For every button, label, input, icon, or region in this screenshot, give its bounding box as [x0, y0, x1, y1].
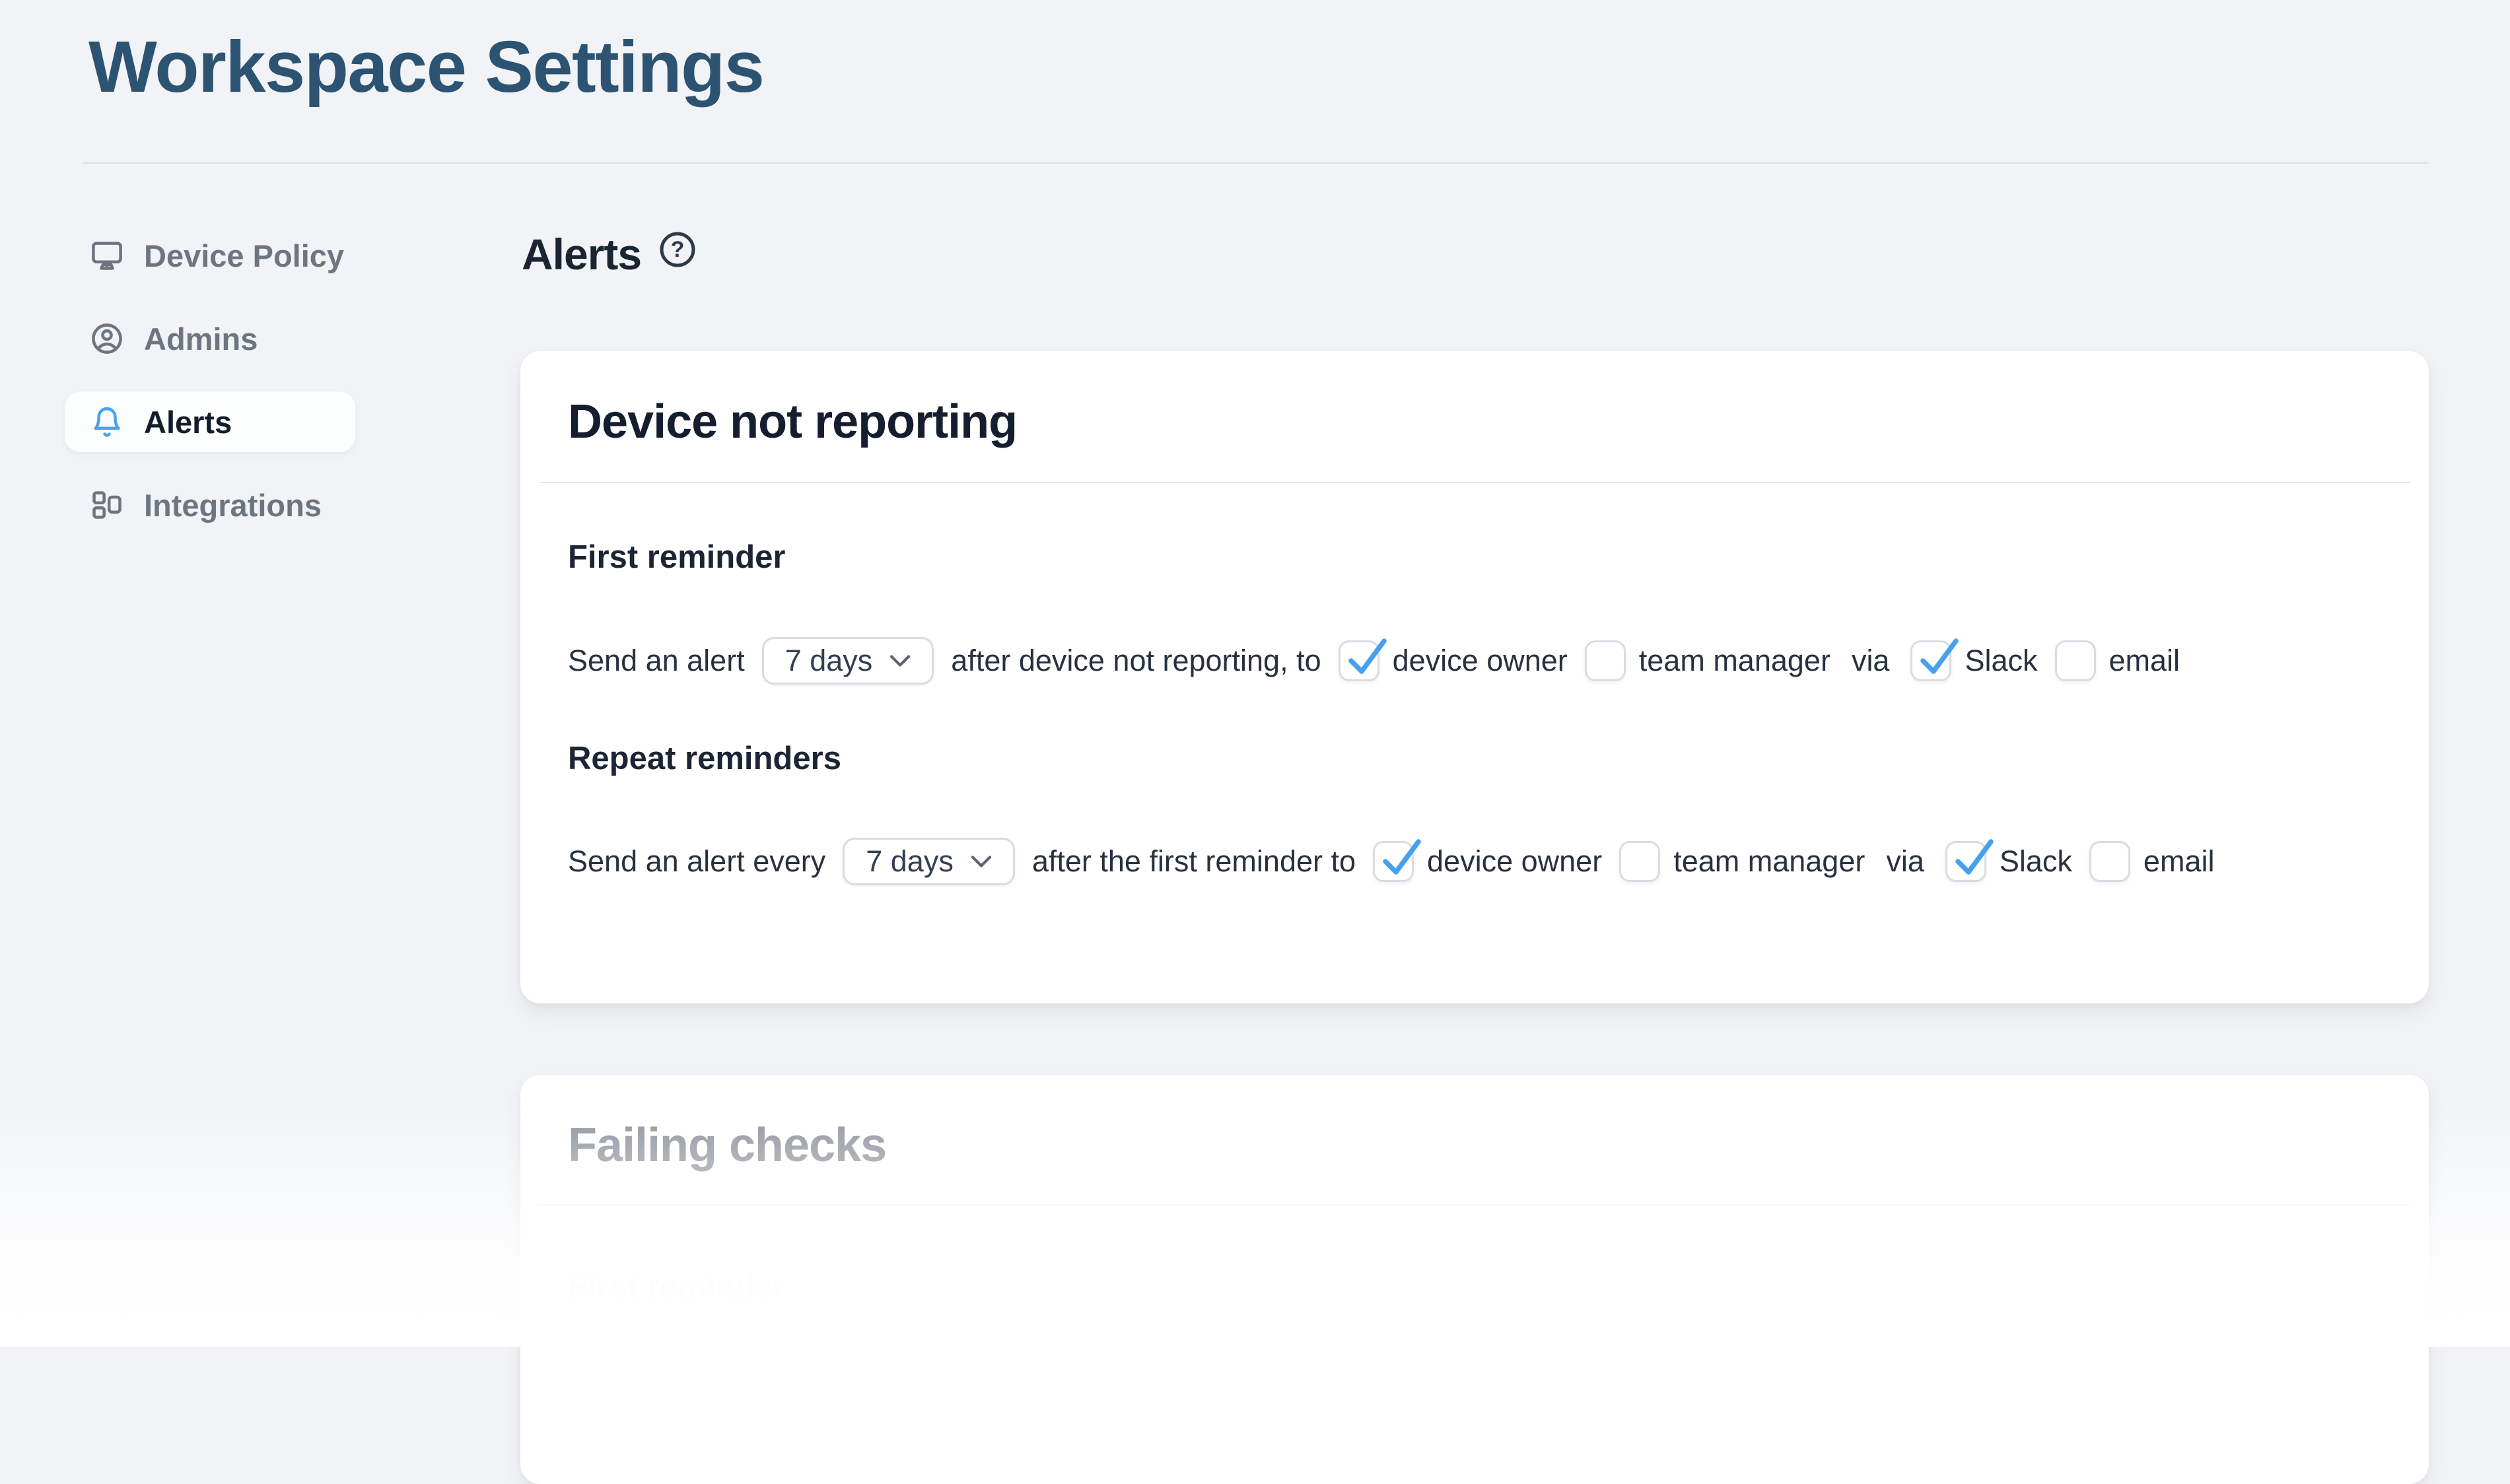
channel-email-group: email [2089, 841, 2215, 882]
checkbox-team-manager[interactable] [1585, 640, 1626, 681]
checkbox-label: email [2144, 844, 2215, 879]
monitor-icon [90, 238, 124, 273]
checkbox-team-manager[interactable] [1619, 841, 1660, 882]
page-title: Workspace Settings [88, 25, 763, 109]
checkbox-label: device owner [1427, 844, 1602, 879]
interval-select[interactable]: 7 days [843, 838, 1015, 885]
card-title: Device not reporting [568, 393, 2381, 450]
checkbox-slack[interactable] [1910, 640, 1951, 681]
card-divider [539, 1204, 2410, 1205]
via-text: via [1852, 644, 1890, 678]
card-title: Failing checks [568, 1117, 2381, 1174]
bell-icon [90, 405, 124, 439]
channel-slack-group: Slack [1945, 841, 2072, 882]
alerts-heading-row: Alerts ? [522, 232, 697, 276]
sidebar-item-label: Alerts [144, 407, 232, 438]
chevron-down-icon [971, 855, 992, 868]
help-circle-icon[interactable]: ? [658, 230, 697, 269]
checkbox-email[interactable] [2089, 841, 2130, 882]
interval-select-value: 7 days [785, 644, 873, 678]
sidebar-item-alerts[interactable]: Alerts [65, 391, 355, 452]
card-divider [539, 482, 2410, 483]
user-circle-icon [90, 321, 124, 356]
repeat-reminders-row: Send an alert every 7 days after the fir… [568, 838, 2381, 885]
recipient-device-owner-group: device owner [1339, 640, 1568, 681]
sidebar-item-integrations[interactable]: Integrations [65, 475, 355, 535]
checkbox-label: Slack [2000, 844, 2072, 879]
sidebar-item-label: Admins [144, 323, 258, 354]
recipient-team-manager-group: team manager [1585, 640, 1830, 681]
failing-checks-card: Failing checks First reminder [520, 1075, 2429, 1484]
recipient-device-owner-group: device owner [1373, 841, 1602, 882]
checkbox-label: team manager [1639, 644, 1830, 678]
alerts-page-heading: Alerts [522, 232, 641, 276]
checkbox-label: email [2109, 644, 2180, 678]
chevron-down-icon [889, 654, 911, 667]
interval-select-value: 7 days [866, 844, 954, 879]
repeat-reminders-heading: Repeat reminders [568, 740, 2381, 777]
sidebar-item-admins[interactable]: Admins [65, 308, 355, 369]
checkbox-slack[interactable] [1945, 841, 1986, 882]
first-reminder-heading: First reminder [568, 1269, 2381, 1306]
checkbox-label: Slack [1965, 644, 2037, 678]
via-text: via [1886, 844, 1924, 879]
row-prefix-text: Send an alert every [568, 844, 825, 879]
sidebar-item-device-policy[interactable]: Device Policy [65, 225, 355, 286]
header-divider [83, 162, 2427, 164]
first-reminder-row: Send an alert 7 days after device not re… [568, 637, 2381, 685]
first-reminder-heading: First reminder [568, 539, 2381, 576]
sidebar-item-label: Integrations [144, 490, 322, 521]
checkbox-device-owner[interactable] [1339, 640, 1379, 681]
channel-email-group: email [2055, 640, 2180, 681]
checkbox-device-owner[interactable] [1373, 841, 1414, 882]
row-middle-text: after the first reminder to [1032, 844, 1356, 879]
checkbox-label: team manager [1673, 844, 1865, 879]
row-middle-text: after device not reporting, to [951, 644, 1321, 678]
row-prefix-text: Send an alert [568, 644, 745, 678]
checkbox-email[interactable] [2055, 640, 2096, 681]
channel-slack-group: Slack [1910, 640, 2037, 681]
settings-sidebar: Device Policy Admins Alerts [65, 225, 355, 558]
sidebar-item-label: Device Policy [144, 240, 344, 271]
recipient-team-manager-group: team manager [1619, 841, 1865, 882]
blocks-icon [90, 488, 124, 522]
checkbox-label: device owner [1393, 644, 1568, 678]
interval-select[interactable]: 7 days [762, 637, 934, 685]
device-not-reporting-card: Device not reporting First reminder Send… [520, 351, 2429, 1003]
svg-text:?: ? [671, 237, 685, 262]
